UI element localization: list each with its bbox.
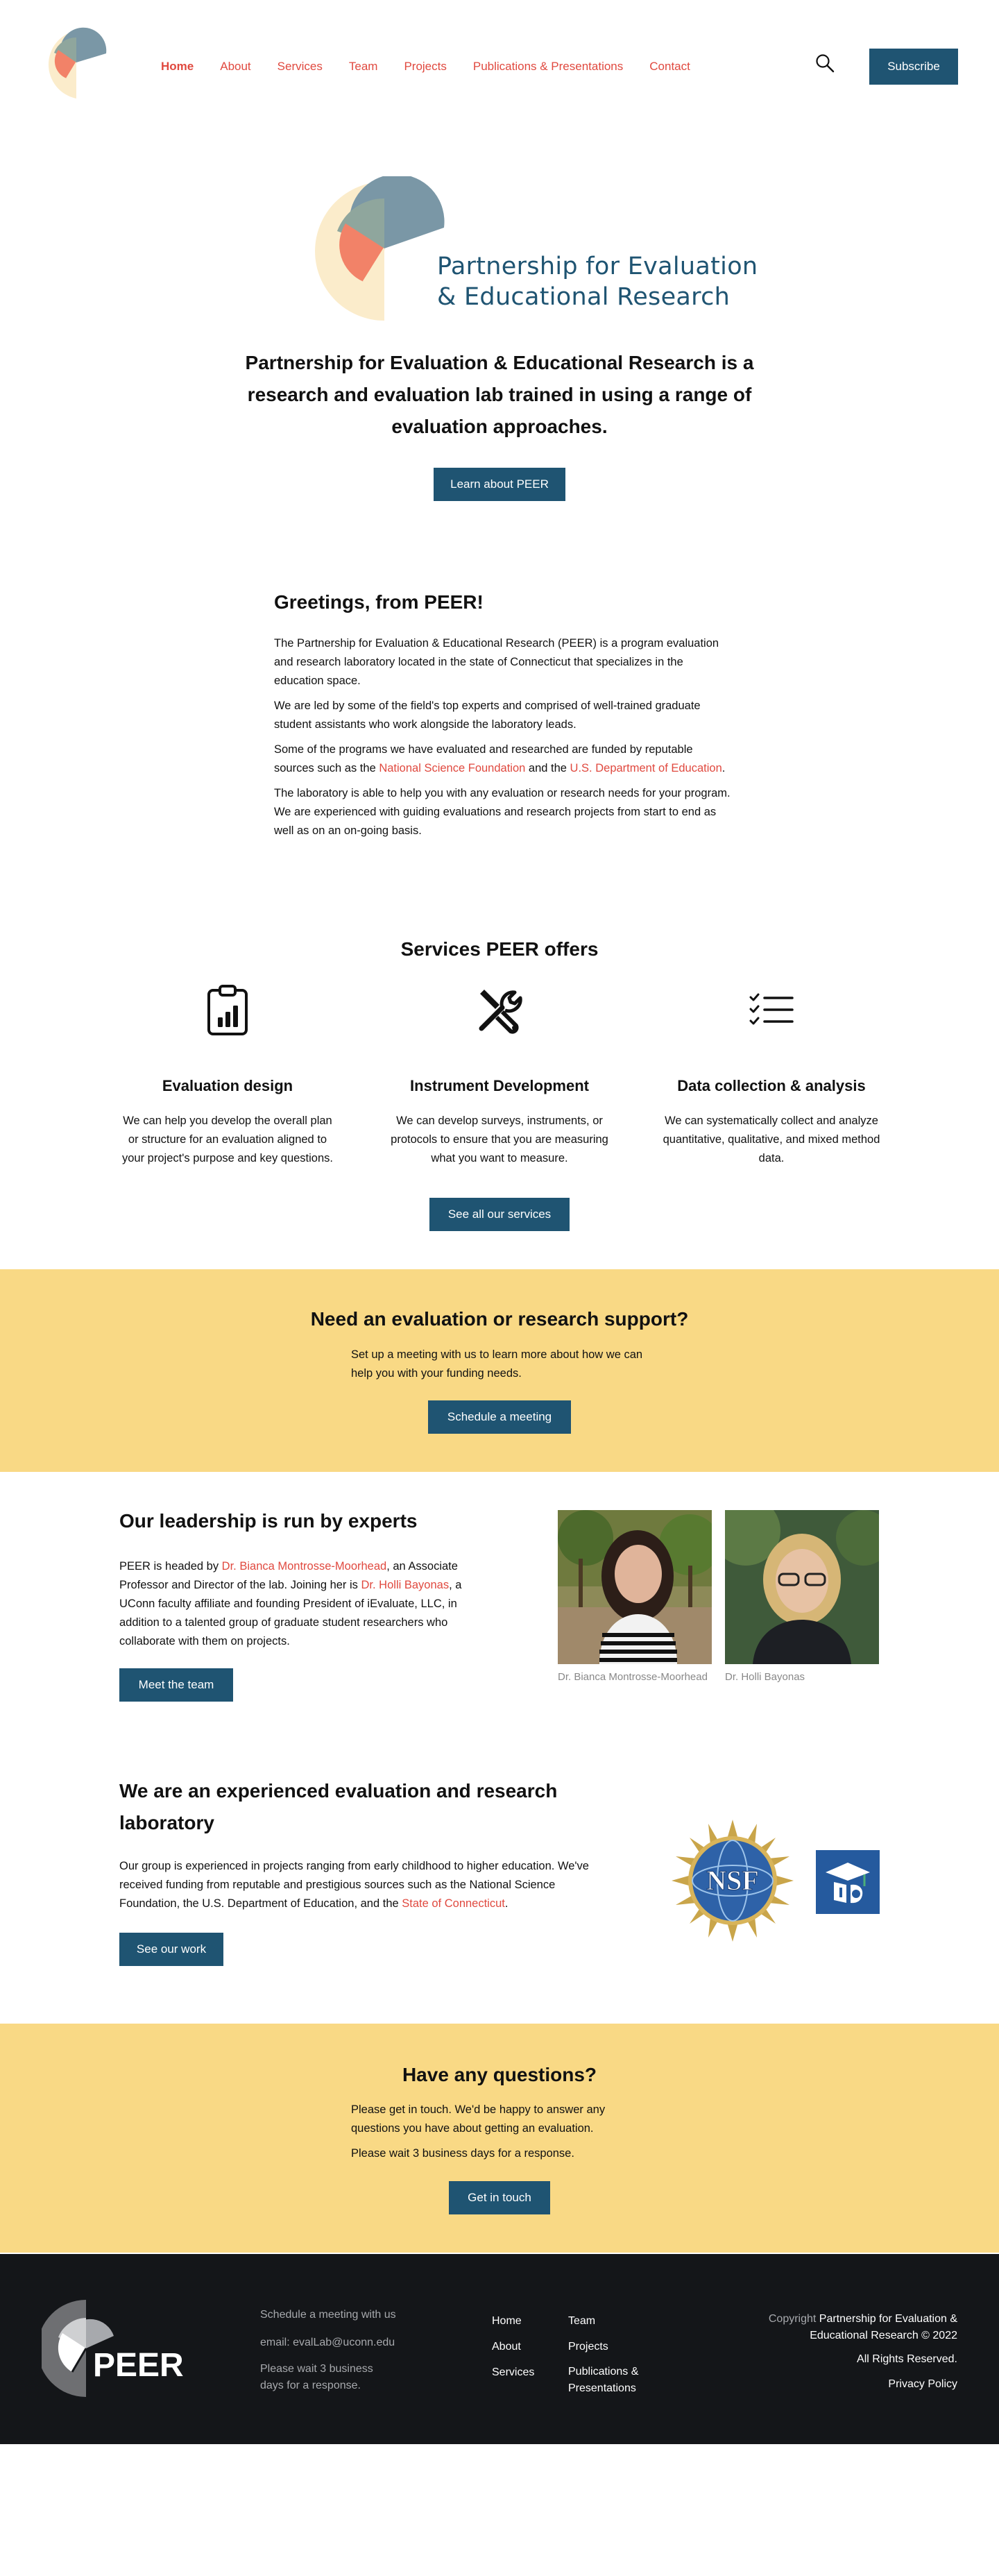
nav-projects[interactable]: Projects (404, 60, 446, 74)
nav-publications[interactable]: Publications & Presentations (473, 60, 623, 74)
search-icon[interactable] (814, 53, 835, 74)
brand-line-1: Partnership for Evaluation (437, 253, 758, 280)
nav-contact[interactable]: Contact (649, 60, 690, 74)
peer-logo-large (315, 176, 445, 321)
site-header: Home About Services Team Projects Public… (0, 0, 999, 132)
learn-about-button[interactable]: Learn about PEER (434, 468, 565, 501)
nav-services[interactable]: Services (278, 60, 323, 74)
peer-logo[interactable] (40, 26, 110, 100)
brand-line-2: & Educational Research (437, 283, 731, 311)
nav-team[interactable]: Team (349, 60, 378, 74)
page-spacer (0, 541, 999, 2576)
hero-tagline: Partnership for Evaluation & Educational… (245, 352, 754, 437)
nav-home[interactable]: Home (161, 60, 194, 74)
nav-about[interactable]: About (220, 60, 250, 74)
main-nav: Home About Services Team Projects Public… (161, 60, 717, 74)
brand-name: Partnership for Evaluation & Educational… (437, 251, 758, 312)
subscribe-button[interactable]: Subscribe (869, 49, 958, 85)
